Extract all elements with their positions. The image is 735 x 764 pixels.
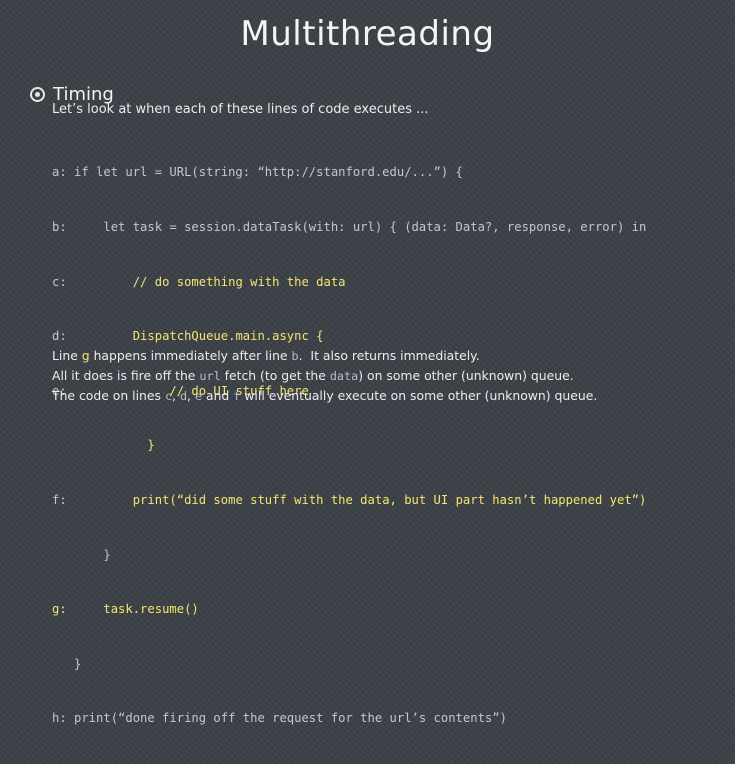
explanation-line-1: Line g happens immediately after line b.…: [52, 346, 597, 366]
text: happens immediately after line: [89, 348, 292, 363]
text: fetch (to get the: [220, 368, 330, 383]
code-d: d: [179, 389, 188, 403]
code-line-h: h: print(“done firing off the request fo…: [52, 711, 507, 726]
text: ,: [187, 388, 195, 403]
text: Line: [52, 348, 82, 363]
code-line-if-brace: }: [52, 656, 82, 671]
code-text-c: // do something with the data: [66, 274, 346, 289]
code-line-g: g: task.resume(): [52, 600, 646, 618]
slide-title: Multithreading: [240, 14, 495, 54]
code-text-g: task.resume(): [66, 602, 199, 617]
text: The code on lines: [52, 388, 165, 403]
bullet-icon: [30, 87, 45, 102]
explanation-line-3: The code on lines c, d, e and f will eve…: [52, 386, 597, 406]
code-b: b: [291, 349, 299, 363]
text: All it does is fire off the: [52, 368, 200, 383]
code-text-d: DispatchQueue.main.async {: [66, 329, 324, 344]
code-label-f: f:: [52, 492, 67, 507]
code-line-f: f: print(“did some stuff with the data, …: [52, 491, 646, 509]
code-line-inner-brace: }: [52, 438, 155, 453]
code-text-f: print(“did some stuff with the data, but…: [66, 492, 647, 507]
code-data: data: [329, 369, 359, 383]
explanation-line-2: All it does is fire off the url fetch (t…: [52, 366, 597, 386]
slide: Multithreading Timing Let’s look at when…: [0, 0, 735, 725]
code-label-d: d:: [52, 329, 67, 344]
code-line-task-brace: }: [52, 547, 111, 562]
code-label-c: c:: [52, 274, 67, 289]
text: ) on some other (unknown) queue.: [358, 368, 574, 383]
code-block: a: if let url = URL(string: “http://stan…: [52, 127, 646, 764]
code-e: e: [194, 389, 203, 403]
code-line-d: d: DispatchQueue.main.async {: [52, 327, 646, 345]
text: ,: [172, 388, 180, 403]
text: and: [202, 388, 234, 403]
text: . It also returns immediately.: [298, 348, 480, 363]
intro-text: Let’s look at when each of these lines o…: [52, 102, 429, 117]
code-line-b: b: let task = session.dataTask(with: url…: [52, 220, 647, 234]
code-label-g: g:: [52, 602, 67, 617]
code-url: url: [199, 369, 221, 383]
code-c: c: [164, 389, 173, 403]
explanation: Line g happens immediately after line b.…: [52, 346, 597, 406]
code-line-c: c: // do something with the data: [52, 273, 646, 291]
code-line-a: a: if let url = URL(string: “http://stan…: [52, 165, 463, 180]
hl-g: g: [81, 348, 90, 363]
text: will eventually execute on some other (u…: [240, 388, 598, 403]
